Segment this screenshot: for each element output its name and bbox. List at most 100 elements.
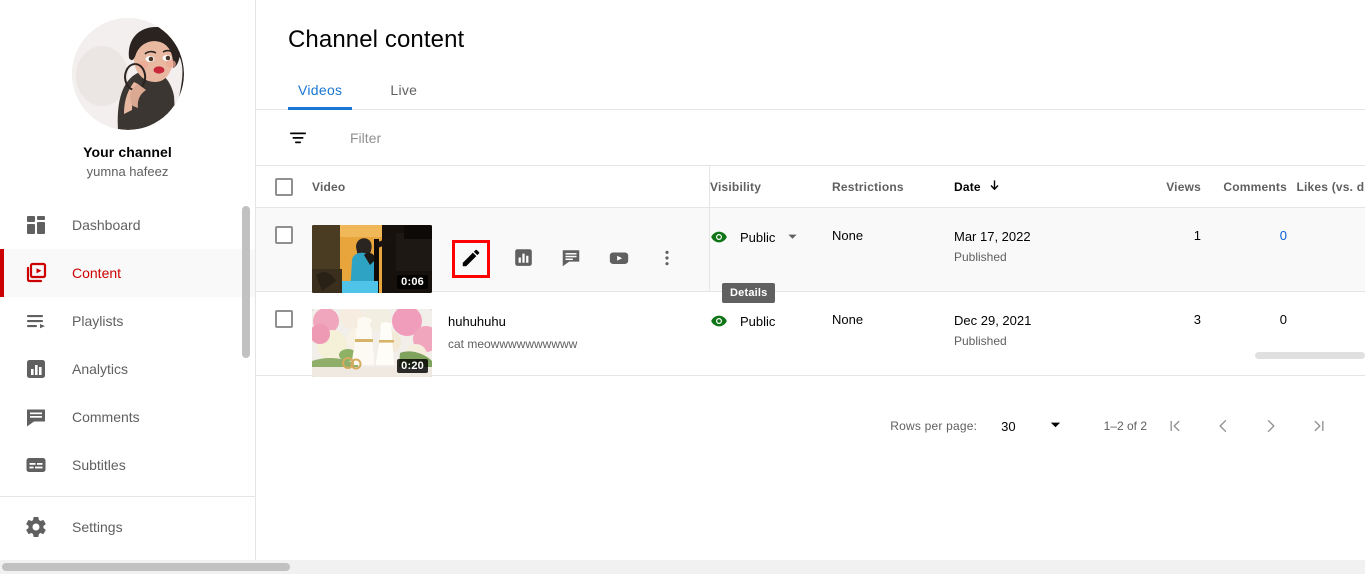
select-all-cell bbox=[256, 177, 312, 196]
pagination-bar: Rows per page: 30 1–2 of 2 bbox=[256, 398, 1365, 454]
rows-per-page-dropdown-caret-icon[interactable] bbox=[1049, 418, 1062, 434]
edit-details-action[interactable] bbox=[452, 240, 490, 278]
page-horizontal-scrollbar-thumb[interactable] bbox=[2, 563, 290, 571]
sidebar-item-subtitles[interactable]: Subtitles bbox=[0, 441, 255, 489]
video-meta: huhuhuhu cat meowwwwwwwwww bbox=[448, 309, 577, 353]
visibility-cell[interactable]: Public bbox=[710, 292, 832, 375]
publish-date: Dec 29, 2021 bbox=[954, 313, 1032, 328]
column-label: Date bbox=[954, 179, 981, 194]
column-label: Comments bbox=[1223, 179, 1287, 194]
comments-cell[interactable]: 0 bbox=[1201, 208, 1287, 291]
date-cell: Dec 29, 2021 Published bbox=[954, 292, 1119, 375]
analytics-icon bbox=[24, 357, 48, 381]
column-label: Video bbox=[312, 179, 346, 194]
last-page-button[interactable] bbox=[1299, 406, 1339, 446]
content-tabs: Videos Live bbox=[256, 72, 1365, 110]
select-all-checkbox[interactable] bbox=[275, 177, 293, 196]
table-horizontal-scrollbar[interactable] bbox=[1255, 352, 1365, 359]
column-label: Views bbox=[1166, 179, 1201, 194]
video-description: cat meowwwwwwwwww bbox=[448, 337, 578, 351]
sidebar: Your channel yumna hafeez Dashboard Cont… bbox=[0, 0, 256, 574]
restrictions-cell: None bbox=[832, 292, 954, 375]
sidebar-item-dashboard[interactable]: Dashboard bbox=[0, 201, 255, 249]
column-header-video[interactable]: Video bbox=[312, 165, 710, 208]
visibility-cell[interactable]: Public bbox=[710, 208, 832, 291]
table-row[interactable]: 0:06 Public None Mar 17, 2022 Published … bbox=[256, 208, 1365, 293]
column-header-views[interactable]: Views bbox=[1119, 180, 1201, 194]
channel-handle: yumna hafeez bbox=[86, 164, 169, 179]
sidebar-item-content[interactable]: Content bbox=[0, 249, 255, 297]
column-header-restrictions[interactable]: Restrictions bbox=[832, 180, 954, 194]
sidebar-item-analytics[interactable]: Analytics bbox=[0, 345, 255, 393]
sidebar-item-settings[interactable]: Settings bbox=[0, 503, 255, 551]
avatar[interactable] bbox=[71, 18, 184, 130]
video-title[interactable]: huhuhuhu bbox=[448, 313, 577, 331]
pencil-icon bbox=[460, 247, 482, 272]
sidebar-divider bbox=[0, 496, 255, 497]
sidebar-item-label: Content bbox=[72, 265, 122, 281]
rows-per-page-value[interactable]: 30 bbox=[1001, 419, 1015, 434]
views-cell: 3 bbox=[1193, 312, 1201, 327]
row-checkbox[interactable] bbox=[275, 226, 293, 244]
sidebar-item-label: Playlists bbox=[72, 313, 124, 329]
channel-label: Your channel bbox=[83, 144, 172, 160]
sidebar-item-label: Dashboard bbox=[72, 217, 141, 233]
filter-input[interactable]: Filter bbox=[350, 130, 381, 146]
restrictions-label: None bbox=[832, 228, 864, 243]
tab-videos[interactable]: Videos bbox=[288, 82, 353, 110]
sidebar-item-comments[interactable]: Comments bbox=[0, 393, 255, 441]
row-select-cell bbox=[256, 208, 312, 291]
public-eye-icon bbox=[710, 312, 728, 330]
column-label: Likes (vs. dislike. bbox=[1296, 179, 1365, 194]
likes-ratio: - bbox=[1287, 228, 1365, 246]
visibility-dropdown-caret-icon[interactable] bbox=[787, 230, 798, 245]
video-thumbnail[interactable]: 0:20 bbox=[312, 309, 432, 377]
table-header-row: Video Visibility Restrictions Date Views bbox=[256, 165, 1365, 208]
video-thumbnail[interactable]: 0:06 bbox=[312, 225, 432, 293]
column-label: Visibility bbox=[710, 179, 762, 194]
more-options-action[interactable] bbox=[649, 241, 685, 277]
sidebar-item-playlists[interactable]: Playlists bbox=[0, 297, 255, 345]
tab-label: Videos bbox=[298, 82, 343, 98]
comments-icon bbox=[24, 405, 48, 429]
restrictions-label: None bbox=[832, 312, 864, 327]
dashboard-icon bbox=[24, 213, 48, 237]
column-header-likes[interactable]: Likes (vs. dislike. bbox=[1287, 180, 1365, 194]
filter-icon[interactable] bbox=[288, 128, 308, 148]
likes-cell: 0.0% 0 likes bbox=[1287, 292, 1365, 375]
column-header-visibility[interactable]: Visibility bbox=[710, 180, 832, 194]
sidebar-item-label: Analytics bbox=[72, 361, 129, 377]
sidebar-scrollbar-thumb[interactable] bbox=[242, 206, 250, 358]
previous-page-button[interactable] bbox=[1203, 406, 1243, 446]
row-select-cell bbox=[256, 292, 312, 375]
youtube-watch-action[interactable] bbox=[601, 241, 637, 277]
date-cell: Mar 17, 2022 Published bbox=[954, 208, 1119, 291]
analytics-action[interactable] bbox=[505, 241, 541, 277]
next-page-button[interactable] bbox=[1251, 406, 1291, 446]
table-row[interactable]: 0:20 huhuhuhu cat meowwwwwwwwww Public N… bbox=[256, 292, 1365, 377]
youtube-studio-app: Your channel yumna hafeez Dashboard Cont… bbox=[0, 0, 1365, 574]
restrictions-cell: None bbox=[832, 208, 954, 291]
comments-cell[interactable]: 0 bbox=[1201, 292, 1287, 375]
first-page-button[interactable] bbox=[1155, 406, 1195, 446]
visibility-label: Public bbox=[740, 313, 776, 329]
video-duration: 0:20 bbox=[397, 359, 428, 373]
three-dots-vertical-icon bbox=[657, 248, 677, 271]
publish-status: Published bbox=[954, 250, 1007, 264]
visibility-label: Public bbox=[740, 229, 776, 245]
likes-count: 0 likes bbox=[1287, 332, 1365, 350]
column-header-comments[interactable]: Comments bbox=[1201, 180, 1287, 194]
video-cell: 0:20 huhuhuhu cat meowwwwwwwwww bbox=[312, 292, 710, 377]
settings-icon bbox=[24, 515, 48, 539]
page-horizontal-scrollbar[interactable] bbox=[0, 560, 1365, 574]
sidebar-item-label: Subtitles bbox=[72, 457, 126, 473]
tab-live[interactable]: Live bbox=[380, 82, 427, 109]
public-eye-icon bbox=[710, 228, 728, 246]
video-duration: 0:06 bbox=[397, 275, 428, 289]
row-checkbox[interactable] bbox=[275, 310, 293, 328]
row-hover-actions bbox=[452, 225, 697, 293]
column-header-date[interactable]: Date bbox=[954, 179, 1119, 195]
sort-descending-icon bbox=[988, 179, 1001, 195]
sidebar-item-label: Comments bbox=[72, 409, 140, 425]
comments-action[interactable] bbox=[553, 241, 589, 277]
